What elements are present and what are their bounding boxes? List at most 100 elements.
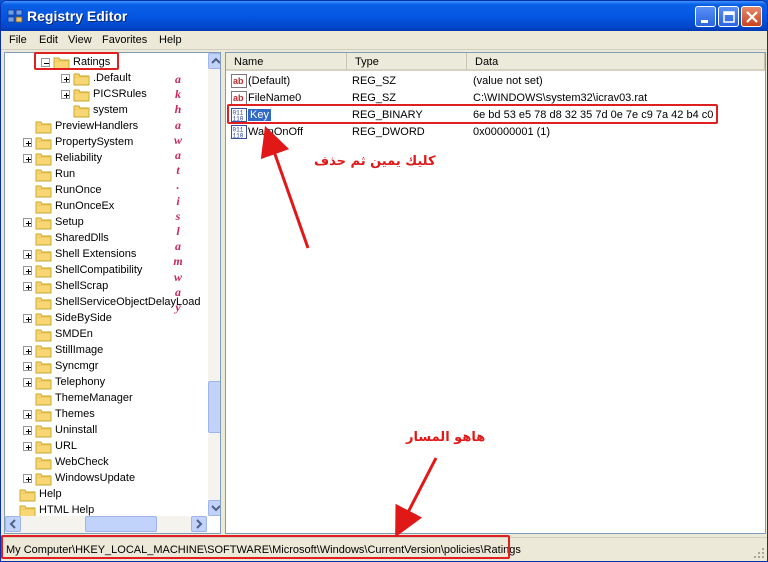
folder-icon [35,471,52,486]
menu-help[interactable]: Help [159,34,182,46]
folder-icon [35,343,52,358]
maximize-button[interactable] [718,6,739,27]
folder-icon [19,487,36,502]
registry-values-list[interactable]: Name Type Data ab (Default) REG_SZ (value n… [225,52,766,534]
folder-icon [35,247,52,262]
expand-icon[interactable] [23,218,32,227]
tree-item-label: HTML Help [39,504,95,516]
value-type: REG_DWORD [352,126,425,138]
tree-item-label: Telephony [55,376,106,388]
watermark-letter: . [176,178,180,193]
tree-item-label: Help [39,488,62,500]
expand-icon[interactable] [23,346,32,355]
expand-icon[interactable] [23,138,32,147]
tree-horizontal-scrollbar[interactable] [5,516,207,533]
ratings-highlight-box [34,52,119,70]
key-row-highlight-box [227,104,718,124]
chevron-left-icon [9,519,16,529]
minimize-button[interactable] [695,6,716,27]
registry-key-tree[interactable]: Ratings .Default PICSRules system PreviewHan… [4,52,221,534]
folder-icon [35,375,52,390]
tree-item-label: PreviewHandlers [55,120,139,132]
value-data: 0x00000001 (1) [473,126,551,138]
watermark-letter: a [175,117,181,132]
tree-item-label: RunOnce [55,184,102,196]
registry-editor-icon [7,9,23,23]
folder-icon [35,119,52,134]
svg-text:110: 110 [233,133,244,140]
tree-item-label: Syncmgr [55,360,99,372]
menu-favorites[interactable]: Favorites [102,34,147,46]
column-header-name[interactable]: Name [226,53,347,71]
folder-icon [35,199,52,214]
watermark-letter: a [175,72,181,86]
value-name: WarnOnOff [248,126,304,138]
status-path-highlight-box [1,535,510,559]
tree-item-label: SharedDlls [55,232,109,244]
hscroll-thumb[interactable] [85,516,157,532]
folder-icon [73,71,90,86]
expand-icon[interactable] [23,154,32,163]
value-data: (value not set) [473,75,543,87]
folder-icon [35,327,52,342]
watermark-letter: l [176,224,180,239]
watermark-letter: w [173,132,182,147]
binary-value-icon: 011 110 [231,124,247,140]
column-header-type[interactable]: Type [347,53,467,71]
folder-icon [73,103,90,118]
tree-item-label: Setup [55,216,84,228]
expand-icon[interactable] [23,426,32,435]
folder-icon [35,423,52,438]
scroll-up-button[interactable] [208,53,220,69]
tree-item-label: RunOnceEx [55,200,115,212]
svg-text:ab: ab [233,76,244,86]
expand-icon[interactable] [23,250,32,259]
chevron-down-icon [211,505,220,512]
list-row[interactable]: 011 110 WarnOnOff REG_DWORD 0x00000001 (1) [228,124,763,141]
tree-item-label: system [93,104,128,116]
scroll-thumb[interactable] [208,381,220,433]
tree-item-label: PICSRules [93,88,147,100]
scroll-right-button[interactable] [191,516,207,532]
expand-icon[interactable] [61,90,70,99]
column-header-data[interactable]: Data [467,53,765,71]
folder-icon [73,87,90,102]
folder-icon [35,359,52,374]
menu-view[interactable]: View [68,34,92,46]
expand-icon[interactable] [23,378,32,387]
menu-edit[interactable]: Edit [39,34,58,46]
watermark-letter: m [173,254,183,269]
expand-icon[interactable] [23,314,32,323]
folder-icon [35,183,52,198]
list-row[interactable]: ab (Default) REG_SZ (value not set) [228,73,763,90]
folder-icon [35,215,52,230]
tree-vertical-scrollbar[interactable] [207,53,220,516]
tree-item-label: .Default [93,72,131,84]
watermark-letter: h [174,102,182,117]
folder-icon [35,151,52,166]
expand-icon[interactable] [23,442,32,451]
watermark-letter: y [175,300,181,315]
expand-icon[interactable] [23,410,32,419]
scroll-down-button[interactable] [208,500,220,516]
folder-icon [35,455,52,470]
expand-icon[interactable] [23,362,32,371]
watermark-letter: a [175,239,181,254]
resize-grip-icon[interactable] [753,547,765,559]
svg-text:ab: ab [233,93,244,103]
expand-icon[interactable] [23,282,32,291]
chevron-up-icon [211,57,220,64]
expand-icon[interactable] [23,266,32,275]
tree-item-label: WebCheck [55,456,109,468]
title-bar[interactable]: Registry Editor [1,1,767,31]
registry-editor-window: Registry Editor File Edit View Favorites… [0,0,768,562]
menu-file[interactable]: File [9,34,27,46]
expand-icon[interactable] [61,74,70,83]
expand-icon[interactable] [23,474,32,483]
value-data: C:\WINDOWS\system32\icrav03.rat [473,92,648,104]
tree-item-label: WindowsUpdate [55,472,136,484]
folder-icon [35,295,52,310]
close-button[interactable] [741,6,762,27]
folder-icon [35,279,52,294]
scroll-left-button[interactable] [5,516,21,532]
